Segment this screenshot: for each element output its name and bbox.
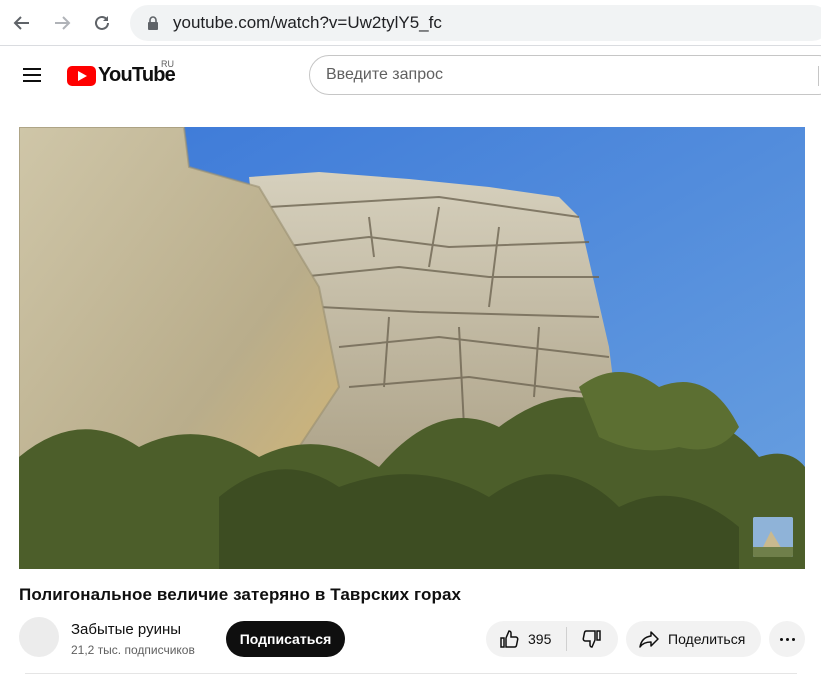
reload-button[interactable] (87, 8, 117, 38)
share-icon (639, 631, 659, 648)
address-bar[interactable]: youtube.com/watch?v=Uw2tylY5_fc (130, 5, 821, 41)
like-dislike-group: 395 (486, 621, 618, 657)
watermark-thumbnail[interactable] (753, 517, 793, 557)
video-title: Полигональное величие затеряно в Таврски… (19, 585, 462, 604)
youtube-header: YouTube RU (0, 47, 821, 103)
video-player[interactable] (19, 127, 805, 569)
thumbnail-image (753, 517, 793, 557)
search-input[interactable] (326, 66, 806, 84)
back-button[interactable] (7, 8, 37, 38)
channel-name[interactable]: Забытые руины (71, 621, 181, 638)
lock-icon (148, 16, 158, 30)
youtube-logo-icon (67, 65, 96, 86)
subscribe-button[interactable]: Подписаться (226, 621, 345, 657)
search-box[interactable] (309, 55, 821, 95)
share-label: Поделиться (668, 631, 746, 647)
like-button[interactable]: 395 (486, 621, 566, 657)
reload-icon (95, 15, 109, 30)
search-divider (818, 66, 819, 86)
thumbs-up-icon (500, 630, 519, 648)
like-count: 395 (528, 631, 552, 647)
video-frame (19, 127, 805, 569)
dislike-button[interactable] (567, 621, 617, 657)
share-button[interactable]: Поделиться (626, 621, 761, 657)
more-icon[interactable] (769, 621, 805, 657)
forward-button[interactable] (47, 8, 77, 38)
forward-arrow-icon (55, 16, 71, 30)
region-label: RU (161, 59, 174, 69)
avatar[interactable] (19, 617, 59, 657)
back-arrow-icon (13, 16, 29, 30)
thumbs-down-icon (582, 630, 601, 648)
menu-icon[interactable] (16, 59, 48, 91)
subscriber-count: 21,2 тыс. подписчиков (71, 643, 195, 657)
browser-toolbar: youtube.com/watch?v=Uw2tylY5_fc (0, 0, 821, 46)
youtube-logo[interactable]: YouTube RU (67, 59, 176, 87)
url-text: youtube.com/watch?v=Uw2tylY5_fc (173, 13, 442, 32)
